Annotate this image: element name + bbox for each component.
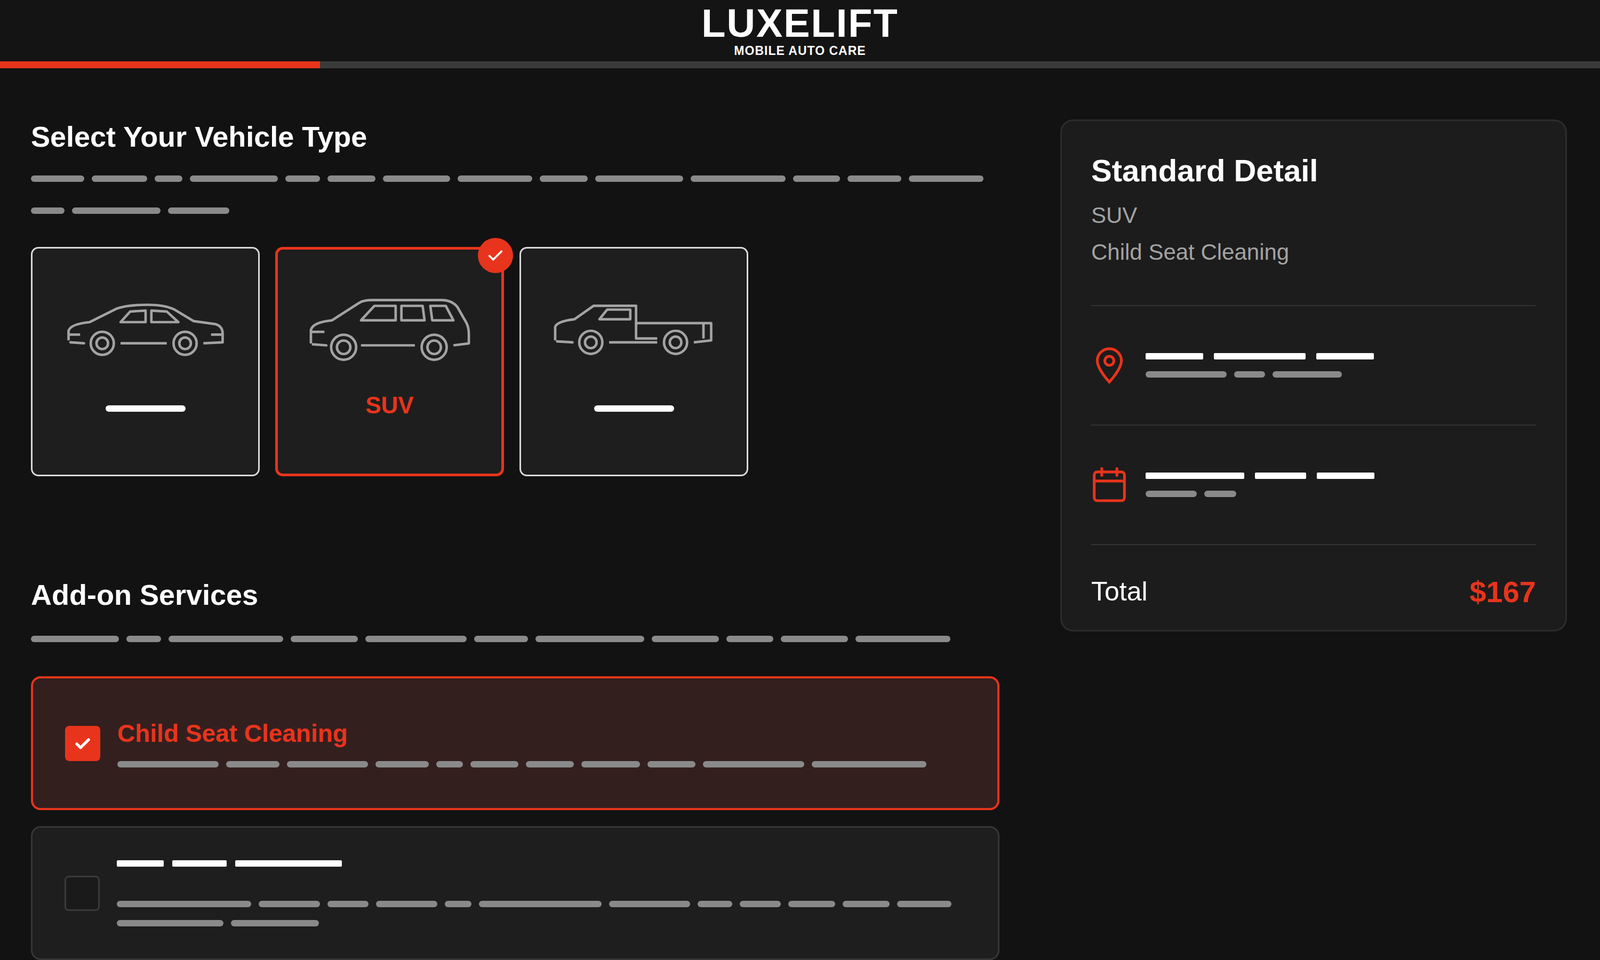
addon-label-placeholder (116, 860, 952, 867)
summary-title: Standard Detail (1091, 152, 1536, 190)
location-pin-icon (1091, 345, 1128, 386)
date-row (1091, 424, 1536, 544)
addon-description (116, 920, 952, 927)
brand-tagline: MOBILE AUTO CARE (733, 44, 866, 58)
vehicle-card[interactable] (519, 246, 749, 477)
brand-name: LUXELIFT (701, 3, 899, 44)
vehicle-label: SUV (365, 391, 414, 420)
vehicle-label-placeholder (105, 405, 186, 412)
addon-label: Child Seat Cleaning (117, 718, 927, 749)
addon-text (116, 860, 952, 927)
sedan-icon (57, 292, 234, 362)
progress-fill (0, 61, 320, 69)
addon-card[interactable]: Child Seat Cleaning (30, 676, 1000, 811)
summary-items: SUVChild Seat Cleaning (1091, 196, 1536, 271)
vehicle-options: SUV (30, 246, 1000, 477)
addon-checkbox[interactable] (64, 875, 100, 911)
addon-card[interactable] (30, 826, 1000, 960)
summary-item: SUV (1091, 196, 1536, 234)
addon-description (116, 900, 952, 908)
order-summary: Standard Detail SUVChild Seat Cleaning T… (1060, 119, 1567, 631)
section-description (30, 635, 1000, 643)
section-title: Select Your Vehicle Type (30, 119, 1000, 155)
location-row (1091, 305, 1536, 425)
section-description (30, 175, 1000, 214)
total-label: Total (1091, 575, 1148, 608)
page: LUXELIFT MOBILE AUTO CARE Select Your Ve… (0, 0, 1600, 960)
vehicle-label-placeholder (594, 405, 675, 412)
addon-text: Child Seat Cleaning (117, 718, 927, 768)
section-title: Add-on Services (30, 577, 1000, 613)
progress-track (0, 61, 1600, 69)
suv-icon (301, 293, 478, 363)
total-price: $167 (1469, 573, 1536, 610)
vehicle-card[interactable] (30, 246, 260, 477)
addon-checkbox[interactable] (65, 725, 101, 762)
calendar-icon (1091, 465, 1128, 504)
total-row: Total $167 (1091, 544, 1536, 610)
vehicle-card[interactable]: SUV (275, 246, 504, 477)
addon-description (117, 761, 927, 768)
addon-list: Child Seat Cleaning (30, 676, 1000, 960)
selected-check-icon (477, 237, 514, 274)
summary-item: Child Seat Cleaning (1091, 233, 1536, 271)
header: LUXELIFT MOBILE AUTO CARE (0, 0, 1600, 62)
booking-form: Select Your Vehicle Type SUV Add-on Serv… (30, 119, 1000, 960)
truck-icon (546, 292, 723, 362)
main: Select Your Vehicle Type SUV Add-on Serv… (0, 68, 1600, 960)
